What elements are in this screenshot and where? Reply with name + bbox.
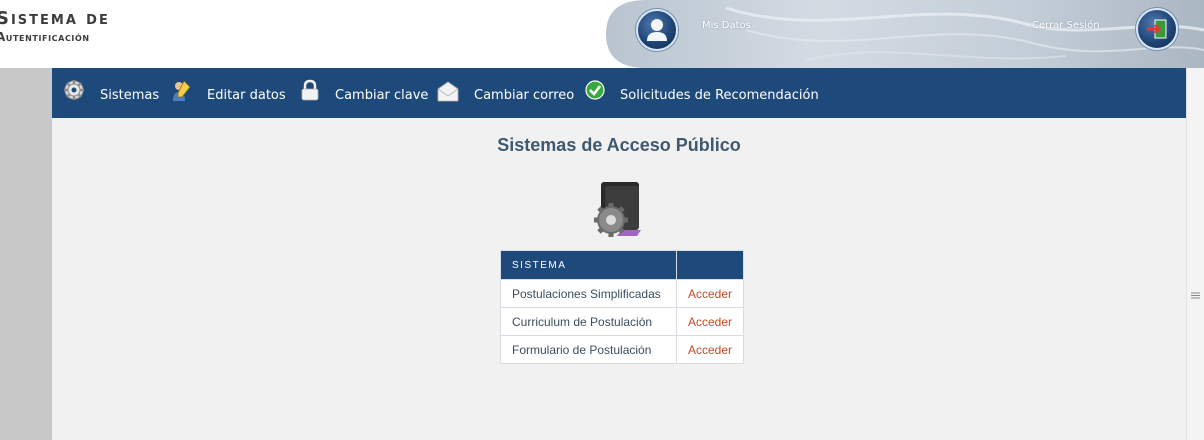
checkmark-icon [585,80,605,100]
user-profile-button[interactable] [636,9,678,51]
logo: Sistema de Autentificación [0,8,110,44]
logout-button[interactable] [1136,8,1178,50]
table-row: Formulario de Postulación Acceder [500,335,745,364]
logo-title: Sistema de [0,8,110,29]
logout-door-icon [1147,19,1167,39]
column-header-action [675,250,745,280]
vertical-scrollbar[interactable] [1186,68,1204,440]
main-nav: Sistemas Editar datos Cambiar clave Camb… [52,68,1186,118]
logo-subtitle: Autentificación [0,30,90,44]
nav-label-editar-datos: Editar datos [207,88,286,103]
column-header-sistema: SISTEMA [500,250,677,280]
table-row: Postulaciones Simplificadas Acceder [500,279,745,308]
acceder-link[interactable]: Acceder [688,343,732,357]
envelope-icon [437,81,459,102]
header-wave-decoration [606,0,1204,68]
system-name: Formulario de Postulación [500,335,677,364]
table-row: Curriculum de Postulación Acceder [500,307,745,336]
system-name: Postulaciones Simplificadas [500,279,677,308]
acceder-link[interactable]: Acceder [688,287,732,301]
systems-table: SISTEMA Postulaciones Simplificadas Acce… [500,250,745,364]
header-user-area: Mis Datos Cerrar Sesión [606,0,1204,68]
acceder-link[interactable]: Acceder [688,315,732,329]
system-name: Curriculum de Postulación [500,307,677,336]
user-icon [647,19,667,41]
gear-icon [64,80,84,100]
header: Sistema de Autentificación Mis Datos Cer… [0,0,1204,68]
page-title: Sistemas de Acceso Público [497,135,741,155]
mis-datos-link[interactable]: Mis Datos [702,20,751,31]
main-content: Sistemas de Acceso Público SISTEMA Postu… [52,118,1186,440]
nav-label-solicitudes: Solicitudes de Recomendación [620,88,819,103]
nav-label-cambiar-clave: Cambiar clave [335,88,429,103]
pencil-user-icon [173,80,191,101]
left-margin [0,68,52,440]
systems-folder-icon [594,182,641,237]
lock-icon [301,79,319,101]
logout-link[interactable]: Cerrar Sesión [1032,20,1100,31]
table-header-row: SISTEMA [500,250,745,280]
scrollbar-grip-icon[interactable] [1191,291,1200,300]
nav-label-sistemas: Sistemas [100,88,160,103]
nav-label-cambiar-correo: Cambiar correo [474,88,575,103]
